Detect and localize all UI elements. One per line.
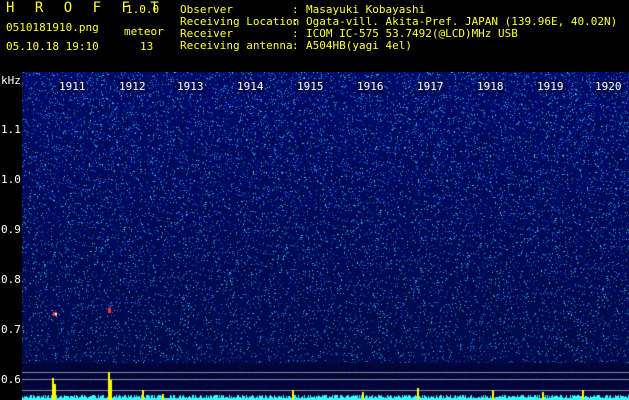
antenna-label: Receiving antenna bbox=[180, 39, 293, 52]
y-tick-label: 0.6 bbox=[1, 373, 21, 386]
x-tick-label: 1912 bbox=[118, 80, 147, 93]
spectrogram bbox=[22, 72, 629, 400]
x-tick-label: 1913 bbox=[176, 80, 205, 93]
x-tick-label: 1916 bbox=[356, 80, 385, 93]
colon: : bbox=[292, 39, 299, 52]
x-tick-label: 1914 bbox=[236, 80, 265, 93]
y-tick-label: 1.0 bbox=[1, 173, 21, 186]
y-tick-label: 0.9 bbox=[1, 223, 21, 236]
x-tick-label: 1919 bbox=[536, 80, 565, 93]
y-tick-label: 0.8 bbox=[1, 273, 21, 286]
x-tick-label: 1917 bbox=[416, 80, 445, 93]
antenna-value: A504HB(yagi 4el) bbox=[306, 39, 412, 52]
x-tick-label: 1918 bbox=[476, 80, 505, 93]
meteor-label: meteor bbox=[124, 25, 164, 38]
y-tick-label: 0.7 bbox=[1, 323, 21, 336]
x-tick-label: 1915 bbox=[296, 80, 325, 93]
x-tick-label: 1911 bbox=[58, 80, 87, 93]
y-axis-unit: kHz bbox=[1, 74, 21, 87]
datetime: 05.10.18 19:10 bbox=[6, 40, 99, 53]
filename: 0510181910.png bbox=[6, 21, 99, 34]
app-version: 1.0.0 bbox=[126, 3, 160, 16]
meteor-count: 13 bbox=[140, 40, 154, 53]
y-tick-label: 1.1 bbox=[1, 123, 21, 136]
x-tick-label: 1920 bbox=[594, 80, 623, 93]
